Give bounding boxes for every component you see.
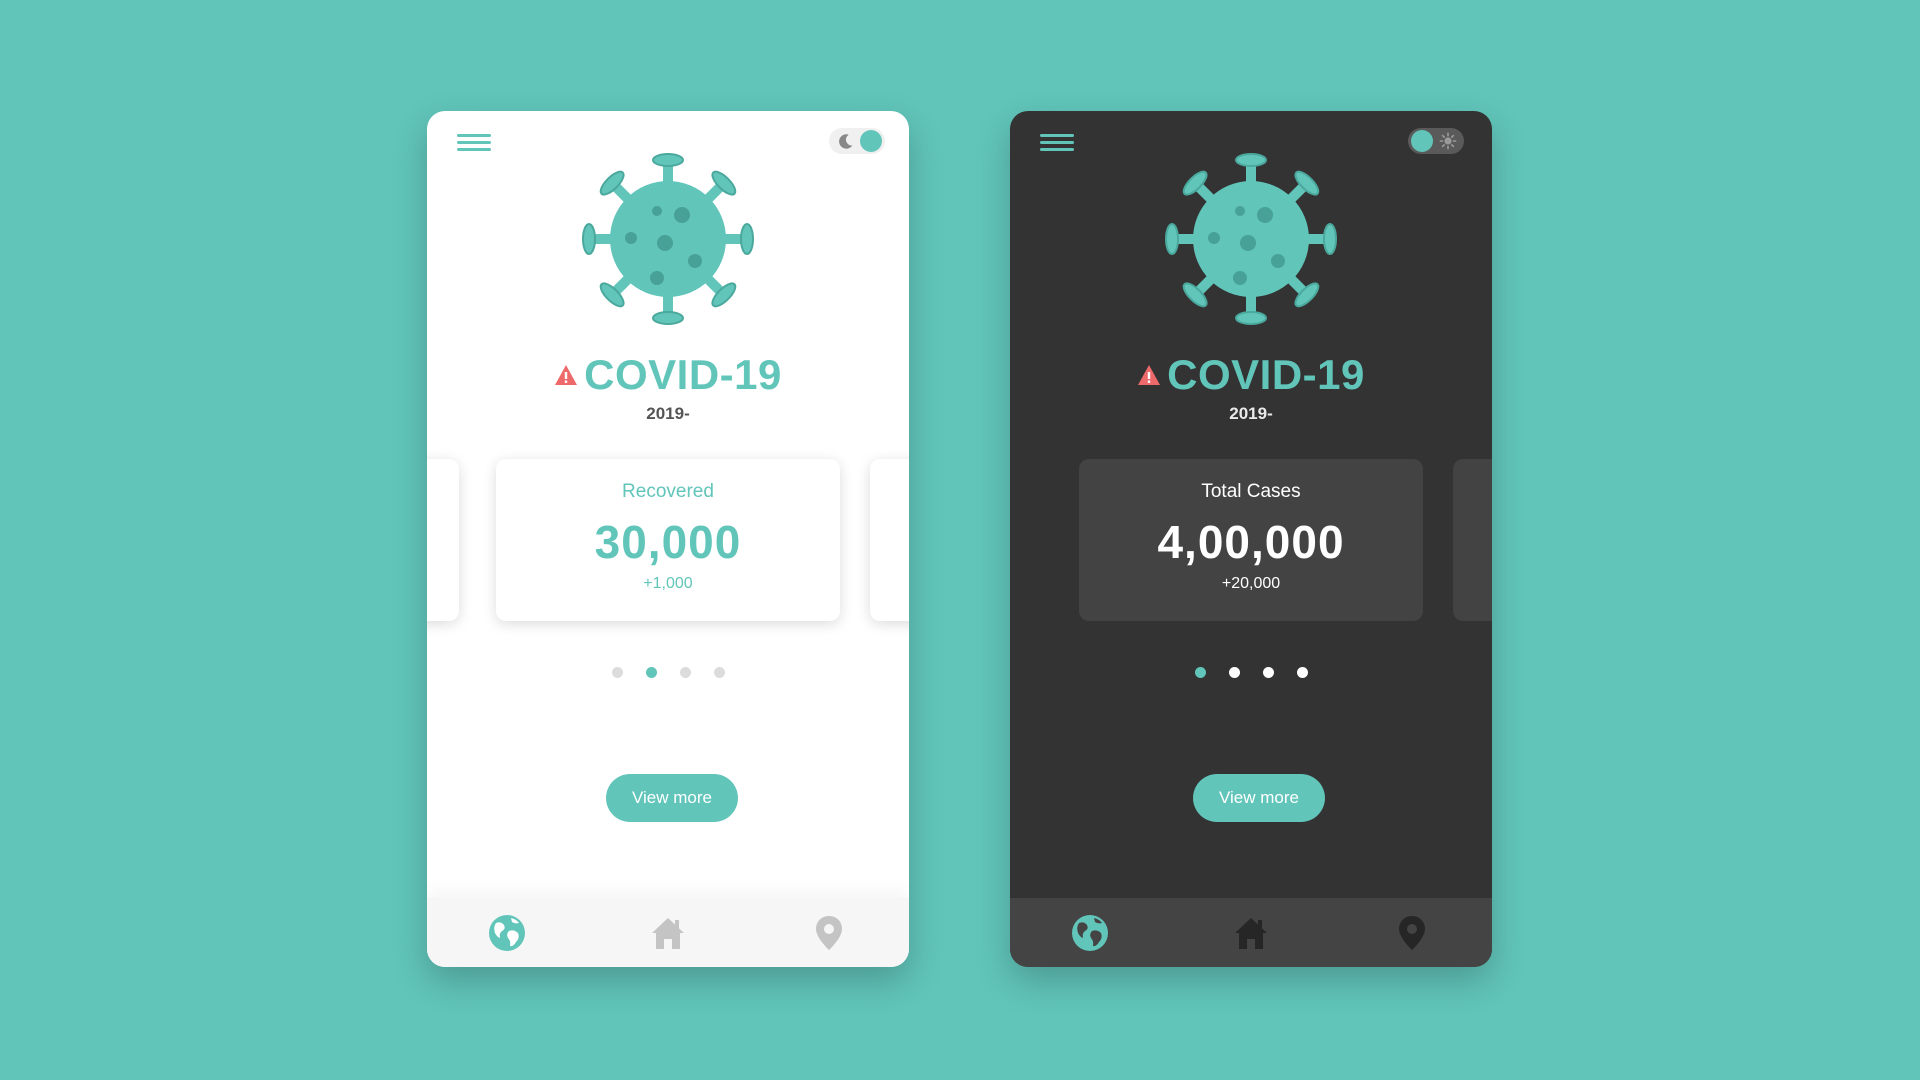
dark-phone-screen: COVID-19 2019- Total Cases 4,00,000 +20,… bbox=[1010, 111, 1492, 967]
virus-icon bbox=[582, 153, 754, 325]
stat-card[interactable]: Recovered 30,000 +1,000 bbox=[496, 459, 840, 621]
stat-card[interactable]: Total Cases 4,00,000 +20,000 bbox=[1079, 459, 1423, 621]
menu-icon[interactable] bbox=[457, 130, 491, 156]
globe-icon bbox=[489, 914, 526, 951]
nav-item-globe[interactable] bbox=[1010, 898, 1171, 967]
menu-icon[interactable] bbox=[1040, 130, 1074, 156]
carousel-dot[interactable] bbox=[611, 667, 623, 678]
bottom-nav bbox=[427, 898, 909, 967]
carousel-dot[interactable] bbox=[1262, 667, 1274, 678]
carousel-dots bbox=[1010, 667, 1492, 678]
sun-icon bbox=[1439, 132, 1457, 150]
page-title: COVID-19 bbox=[584, 351, 782, 398]
stat-card-next[interactable] bbox=[1453, 459, 1492, 621]
bottom-nav bbox=[1010, 898, 1492, 967]
stat-card-delta: +20,000 bbox=[1221, 575, 1281, 592]
stat-card-value: 4,00,000 bbox=[1157, 516, 1345, 568]
globe-icon bbox=[1072, 914, 1109, 951]
nav-item-location[interactable] bbox=[1331, 898, 1492, 967]
nav-item-location[interactable] bbox=[748, 898, 909, 967]
light-phone-screen: COVID-19 2019- Recovered 30,000 +1,000 V… bbox=[427, 111, 909, 967]
nav-item-home[interactable] bbox=[588, 898, 749, 967]
stat-card-previous[interactable] bbox=[427, 459, 459, 621]
nav-item-globe[interactable] bbox=[427, 898, 588, 967]
home-icon bbox=[652, 917, 684, 949]
page-subtitle: 2019- bbox=[646, 404, 690, 423]
virus-icon bbox=[1165, 153, 1337, 325]
carousel-dot[interactable] bbox=[679, 667, 691, 678]
toggle-knob bbox=[860, 130, 882, 152]
stat-card-value: 30,000 bbox=[594, 516, 742, 568]
theme-toggle[interactable] bbox=[829, 128, 885, 154]
stat-card-label: Total Cases bbox=[1201, 481, 1301, 502]
carousel-dot[interactable] bbox=[1228, 667, 1240, 678]
title-row: COVID-19 bbox=[1010, 351, 1492, 399]
toggle-knob bbox=[1411, 130, 1433, 152]
stat-card-delta: +1,000 bbox=[643, 575, 693, 592]
carousel-dot[interactable] bbox=[1296, 667, 1308, 678]
page-title: COVID-19 bbox=[1167, 351, 1365, 398]
warning-icon bbox=[1138, 365, 1161, 385]
stat-card-label: Recovered bbox=[622, 481, 714, 502]
carousel-dot-active[interactable] bbox=[1194, 667, 1206, 678]
view-more-button[interactable]: View more bbox=[606, 774, 738, 822]
page-subtitle: 2019- bbox=[1229, 404, 1273, 423]
location-pin-icon bbox=[1398, 915, 1425, 950]
moon-icon bbox=[839, 134, 853, 149]
home-icon bbox=[1235, 917, 1267, 949]
view-more-button[interactable]: View more bbox=[1193, 774, 1325, 822]
theme-toggle[interactable] bbox=[1408, 128, 1464, 154]
location-pin-icon bbox=[815, 915, 842, 950]
nav-item-home[interactable] bbox=[1171, 898, 1332, 967]
carousel-dot[interactable] bbox=[713, 667, 725, 678]
warning-icon bbox=[555, 365, 578, 385]
title-row: COVID-19 bbox=[427, 351, 909, 399]
carousel-dot-active[interactable] bbox=[645, 667, 657, 678]
carousel-dots bbox=[427, 667, 909, 678]
stat-card-next[interactable] bbox=[870, 459, 909, 621]
